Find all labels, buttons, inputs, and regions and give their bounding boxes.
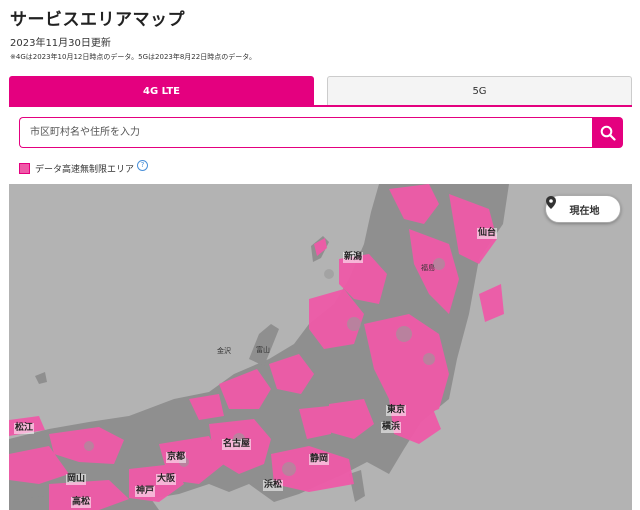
search-button[interactable] bbox=[592, 117, 623, 148]
city-label-sendai: 仙台 bbox=[477, 228, 498, 239]
city-label-shizuoka: 静岡 bbox=[309, 454, 330, 465]
search-icon bbox=[600, 125, 616, 141]
city-label-fukushima: 福島 bbox=[421, 264, 435, 272]
legend-label: データ高速無制限エリア bbox=[35, 164, 135, 175]
city-label-tokyo: 東京 bbox=[386, 405, 407, 416]
city-label-yokohama: 横浜 bbox=[381, 422, 402, 433]
city-label-kanazawa: 金沢 bbox=[217, 347, 231, 355]
city-label-osaka: 大阪 bbox=[156, 474, 177, 485]
legend-swatch bbox=[19, 162, 30, 174]
data-note: ※4Gは2023年10月12日時点のデータ。5Gは2023年8月22日時点のデー… bbox=[10, 53, 257, 61]
current-location-label: 現在地 bbox=[569, 205, 600, 217]
search-input[interactable] bbox=[19, 117, 592, 148]
coverage-map[interactable]: 仙台 新潟 福島 金沢 富山 東京 横浜 名古屋 京都 大阪 神戸 静岡 浜松 … bbox=[9, 184, 632, 510]
search-bar bbox=[19, 117, 623, 148]
location-pin-icon bbox=[546, 196, 556, 209]
city-label-nagoya: 名古屋 bbox=[222, 439, 252, 450]
tab-4g-lte[interactable]: 4G LTE bbox=[9, 76, 314, 106]
city-label-okayama: 岡山 bbox=[66, 474, 87, 485]
city-label-kobe: 神戸 bbox=[135, 486, 156, 497]
updated-date: 2023年11月30日更新 bbox=[10, 38, 111, 49]
tab-5g[interactable]: 5G bbox=[327, 76, 632, 106]
city-label-hamamatsu: 浜松 bbox=[263, 480, 284, 491]
current-location-button[interactable]: 現在地 bbox=[545, 195, 621, 223]
help-icon[interactable]: ? bbox=[137, 159, 149, 171]
network-tabs: 4G LTE 5G bbox=[9, 76, 632, 106]
tab-underline bbox=[9, 105, 632, 107]
city-label-toyama: 富山 bbox=[256, 346, 270, 354]
city-label-matsue: 松江 bbox=[14, 423, 35, 434]
city-label-niigata: 新潟 bbox=[343, 252, 364, 263]
city-label-takamatsu: 高松 bbox=[71, 497, 92, 508]
map-legend: データ高速無制限エリア ? bbox=[19, 159, 149, 175]
page-title: サービスエリアマップ bbox=[10, 10, 185, 30]
city-label-kyoto: 京都 bbox=[166, 452, 187, 463]
